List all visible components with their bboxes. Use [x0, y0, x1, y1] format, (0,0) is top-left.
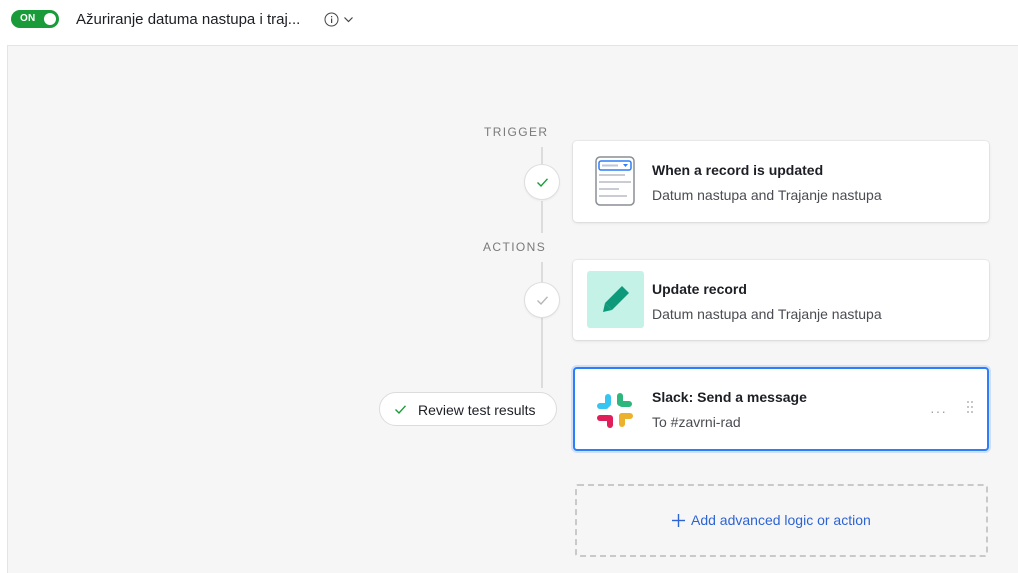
form-record-icon	[595, 156, 635, 206]
automation-header: ON Ažuriranje datuma nastupa i traj...	[0, 0, 1018, 44]
trigger-subtitle: Datum nastupa and Trajanje nastupa	[652, 187, 882, 203]
automation-on-toggle[interactable]: ON	[11, 10, 59, 28]
review-test-results-label: Review test results	[418, 402, 536, 418]
slack-send-message-card[interactable]: Slack: Send a message To #zavrni-rad ···	[573, 367, 989, 451]
connector-line-mid	[541, 201, 543, 233]
connector-line-lower	[541, 262, 543, 282]
slack-card-title: Slack: Send a message	[652, 389, 807, 405]
review-test-results-button[interactable]: Review test results	[379, 392, 557, 426]
plus-icon	[672, 514, 685, 527]
automation-title[interactable]: Ažuriranje datuma nastupa i traj...	[76, 11, 300, 28]
toggle-knob	[44, 13, 56, 25]
update-record-card[interactable]: Update record Datum nastupa and Trajanje…	[573, 260, 989, 340]
check-icon	[395, 405, 407, 415]
update-record-subtitle: Datum nastupa and Trajanje nastupa	[652, 306, 882, 322]
check-icon	[537, 296, 549, 306]
add-advanced-logic-label: Add advanced logic or action	[691, 512, 871, 528]
action-status-check	[524, 282, 560, 318]
more-options-icon[interactable]: ···	[930, 403, 947, 419]
pencil-icon-tile	[587, 271, 644, 328]
update-record-title: Update record	[652, 281, 747, 297]
info-circle-icon[interactable]	[324, 12, 339, 27]
drag-handle-icon[interactable]	[966, 400, 974, 414]
slack-icon	[597, 393, 633, 428]
chevron-down-icon[interactable]	[343, 15, 354, 24]
trigger-status-check	[524, 164, 560, 200]
pencil-icon	[603, 286, 629, 312]
slack-card-subtitle: To #zavrni-rad	[652, 414, 741, 430]
connector-line-bottom	[541, 318, 543, 388]
add-advanced-logic-button[interactable]: Add advanced logic or action	[575, 484, 988, 557]
trigger-title: When a record is updated	[652, 162, 824, 178]
check-icon	[537, 178, 549, 188]
connector-line-top	[541, 147, 543, 165]
trigger-section-label: TRIGGER	[484, 125, 549, 139]
toggle-label: ON	[20, 13, 36, 24]
trigger-card[interactable]: When a record is updated Datum nastupa a…	[573, 141, 989, 222]
actions-section-label: ACTIONS	[483, 240, 547, 254]
